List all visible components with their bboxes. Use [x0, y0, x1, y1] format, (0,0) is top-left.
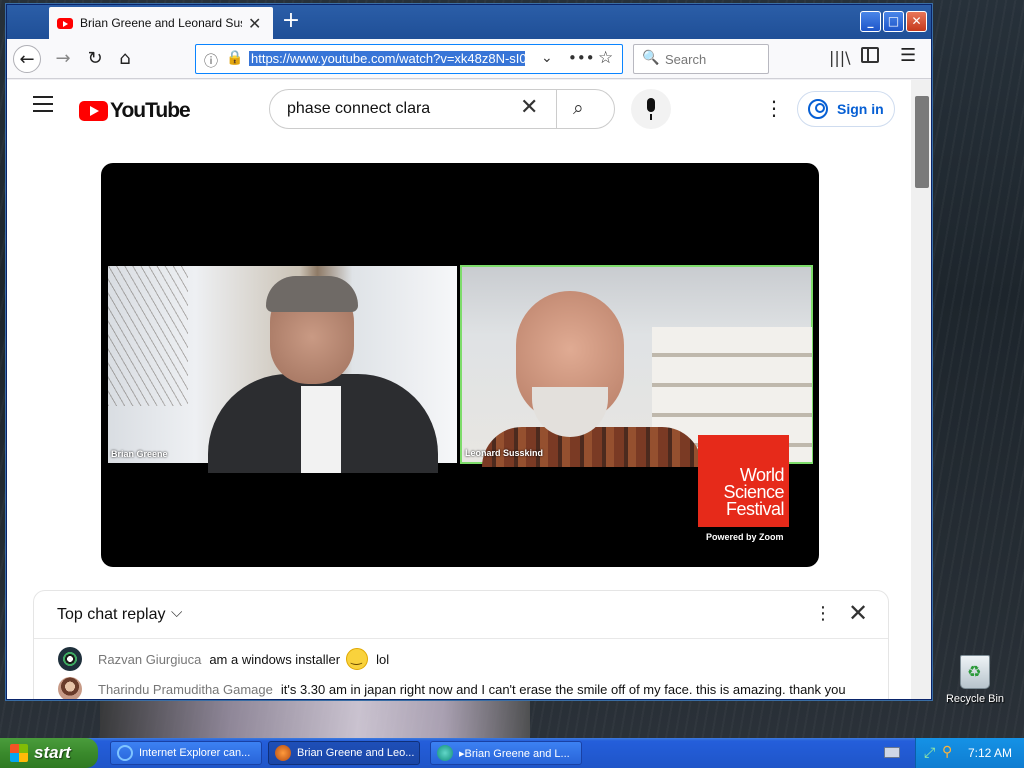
chat-mode-selector[interactable]: Top chat replay [57, 606, 166, 624]
back-button[interactable]: ← [13, 45, 41, 73]
chat-message: Razvan Giurgiuca am a windows installer … [58, 647, 389, 671]
video-tile-left: Brian Greene [108, 266, 457, 473]
bookmark-star-icon[interactable]: ☆ [598, 48, 613, 68]
new-tab-button[interactable]: + [279, 9, 303, 35]
taskbar-item-label: ▸Brian Greene and L... [459, 747, 570, 760]
video-player[interactable]: Brian Greene Leonard Susskind World Scie… [101, 163, 819, 567]
sign-in-label: Sign in [837, 101, 884, 117]
browser-window: Brian Greene and Leonard Susskind ✕ + _ … [6, 4, 932, 700]
scrollbar-thumb[interactable] [915, 96, 929, 188]
zoom-caption: Powered by Zoom [706, 532, 784, 542]
sidebar-icon[interactable] [861, 47, 879, 63]
start-button[interactable]: start [0, 738, 98, 768]
windows-flag-icon [10, 744, 28, 762]
site-info-icon[interactable]: ⓘ [204, 51, 218, 71]
taskbar-item-media[interactable]: ▸Brian Greene and L... [430, 741, 582, 765]
speaker-name-right: Leonard Susskind [465, 448, 544, 458]
url-dropdown-icon[interactable]: ⌄ [541, 50, 553, 66]
system-tray: ⤢ ⚲ 7:12 AM [915, 738, 1024, 768]
navigation-toolbar: ← → ↻ ⌂ ⓘ 🔒 https://www.youtube.com/watc… [7, 39, 931, 79]
keyboard-layout-icon[interactable] [884, 747, 900, 758]
guide-menu-icon[interactable] [33, 96, 53, 114]
forward-button[interactable]: → [49, 45, 77, 73]
avatar[interactable] [58, 647, 82, 671]
youtube-page: YouTube phase connect clara ✕ ⌕ ⋮ Sign i… [7, 80, 911, 699]
chat-text: it's 3.30 am in japan right now and I ca… [280, 681, 846, 697]
search-placeholder[interactable]: Search [665, 52, 706, 67]
minimize-button[interactable]: _ [860, 11, 881, 32]
search-divider [556, 90, 557, 128]
speaker-name-left: Brian Greene [111, 449, 168, 459]
start-label: start [34, 743, 71, 762]
smiley-emoji-icon [346, 648, 369, 670]
network-icon[interactable]: ⤢ [924, 745, 935, 761]
chat-message: Tharindu Pramuditha Gamage it's 3.30 am … [58, 677, 846, 699]
sign-in-button[interactable]: Sign in [797, 91, 895, 127]
tab-title: Brian Greene and Leonard Susskind [80, 16, 242, 30]
home-button[interactable]: ⌂ [111, 45, 139, 73]
lock-icon: 🔒 [226, 50, 244, 66]
recycle-bin-icon [960, 655, 990, 689]
internet-explorer-icon [117, 745, 133, 761]
close-chat-icon[interactable]: ✕ [848, 599, 868, 627]
clear-search-icon[interactable]: ✕ [520, 95, 538, 120]
chat-text: am a windows installer [209, 651, 341, 667]
settings-more-icon[interactable]: ⋮ [764, 96, 784, 120]
tab-bar: Brian Greene and Leonard Susskind ✕ + _ … [7, 5, 931, 39]
search-bar[interactable]: 🔍 Search [633, 44, 769, 74]
taskbar-item-internet-explorer[interactable]: Internet Explorer can... [110, 741, 262, 765]
taskbar: start Internet Explorer can... Brian Gre… [0, 738, 1024, 768]
page-scrollbar[interactable] [911, 80, 931, 699]
search-tray-icon[interactable]: ⚲ [942, 744, 952, 760]
voice-search-button[interactable] [631, 89, 671, 129]
maximize-button[interactable]: □ [883, 11, 904, 32]
close-window-button[interactable]: ✕ [906, 11, 927, 32]
chat-more-icon[interactable]: ⋮ [814, 603, 832, 624]
chat-author[interactable]: Tharindu Pramuditha Gamage [98, 682, 273, 697]
taskbar-item-label: Brian Greene and Leo... [297, 747, 415, 759]
youtube-play-icon [79, 101, 108, 121]
page-actions-icon[interactable]: ••• [568, 49, 595, 67]
address-bar[interactable]: ⓘ 🔒 https://www.youtube.com/watch?v=xk48… [195, 44, 623, 74]
search-input[interactable]: phase connect clara [287, 100, 430, 118]
chat-header: Top chat replay ⌵ ⋮ ✕ [34, 591, 888, 639]
chat-author[interactable]: Razvan Giurgiuca [98, 652, 201, 667]
clock[interactable]: 7:12 AM [968, 746, 1012, 760]
speaker-left [168, 276, 438, 473]
firefox-icon [275, 745, 291, 761]
wallpaper-art [100, 700, 530, 738]
search-icon[interactable]: ⌕ [573, 97, 584, 119]
hamburger-menu-icon[interactable]: ☰ [900, 45, 916, 66]
reload-button[interactable]: ↻ [81, 45, 109, 73]
recycle-bin-shortcut[interactable]: Recycle Bin [944, 655, 1006, 705]
search-engine-icon: 🔍 [642, 50, 660, 66]
taskbar-item-label: Internet Explorer can... [139, 747, 251, 759]
world-science-festival-logo: World Science Festival [698, 435, 789, 527]
chevron-down-icon[interactable]: ⌵ [171, 603, 182, 621]
youtube-wordmark: YouTube [110, 99, 191, 122]
avatar[interactable] [58, 677, 82, 699]
taskbar-item-browser[interactable]: Brian Greene and Leo... [268, 741, 420, 765]
recycle-bin-label: Recycle Bin [945, 693, 1005, 705]
microphone-icon [647, 98, 655, 112]
url-text[interactable]: https://www.youtube.com/watch?v=xk48z8N-… [249, 51, 525, 66]
library-icon[interactable]: |||\ [829, 48, 851, 67]
tab-youtube[interactable]: Brian Greene and Leonard Susskind ✕ [49, 7, 273, 39]
tab-close-icon[interactable]: ✕ [248, 14, 261, 33]
account-icon [808, 99, 828, 119]
youtube-search-box[interactable]: phase connect clara ✕ ⌕ [269, 89, 615, 129]
youtube-favicon-icon [57, 17, 73, 29]
media-player-icon [437, 745, 453, 761]
live-chat-panel: Top chat replay ⌵ ⋮ ✕ Razvan Giurgiuca a… [33, 590, 889, 699]
chat-text-suffix: lol [376, 651, 390, 667]
youtube-logo[interactable]: YouTube [79, 99, 191, 123]
